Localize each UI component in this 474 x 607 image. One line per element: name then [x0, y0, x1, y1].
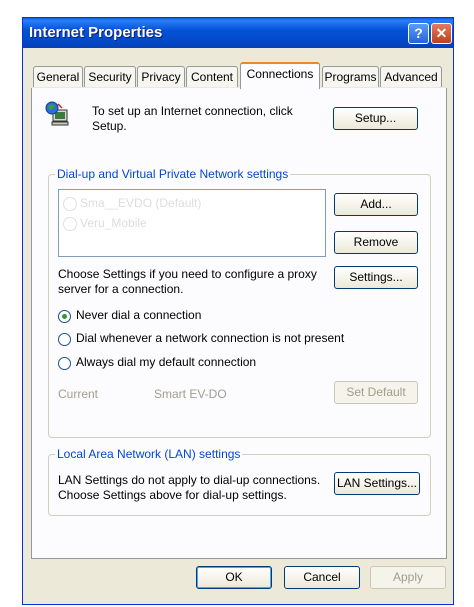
proxy-text-line2: server for a connection. — [58, 282, 184, 296]
tab-advanced[interactable]: Advanced — [380, 66, 442, 87]
lan-group: Local Area Network (LAN) settings LAN Se… — [48, 447, 431, 516]
apply-button[interactable]: Apply — [370, 566, 446, 589]
list-item[interactable]: Sma__EVDO (Default) — [63, 196, 201, 211]
title-bar[interactable]: Internet Properties ? ✕ — [23, 18, 453, 48]
current-value: Smart EV-DO — [154, 387, 227, 401]
settings-button[interactable]: Settings... — [334, 266, 418, 289]
tab-connections[interactable]: Connections — [240, 62, 320, 89]
connections-panel: To set up an Internet connection, click … — [31, 88, 447, 559]
radio-never-dial-label[interactable]: Never dial a connection — [76, 308, 201, 322]
radio-dial-whenever-label[interactable]: Dial whenever a network connection is no… — [76, 331, 344, 345]
setup-text-line2: Setup. — [92, 119, 127, 133]
cancel-button[interactable]: Cancel — [284, 566, 360, 589]
internet-properties-window: Internet Properties ? ✕ General Security… — [22, 17, 454, 605]
tab-content[interactable]: Content — [186, 66, 238, 87]
setup-button[interactable]: Setup... — [333, 107, 418, 130]
radio-never-dial[interactable] — [58, 310, 71, 323]
tab-programs[interactable]: Programs — [322, 66, 379, 87]
set-default-button[interactable]: Set Default — [334, 381, 418, 404]
dialup-group: Dial-up and Virtual Private Network sett… — [48, 167, 431, 438]
radio-dial-whenever[interactable] — [58, 333, 71, 346]
radio-always-dial[interactable] — [58, 357, 71, 370]
dialup-group-label: Dial-up and Virtual Private Network sett… — [55, 167, 291, 181]
lan-text-line2: Choose Settings above for dial-up settin… — [58, 488, 287, 502]
setup-text-line1: To set up an Internet connection, click — [92, 104, 293, 118]
proxy-text-line1: Choose Settings if you need to configure… — [58, 267, 317, 281]
tab-privacy[interactable]: Privacy — [137, 66, 185, 87]
lan-text-line1: LAN Settings do not apply to dial-up con… — [58, 473, 321, 487]
tab-security[interactable]: Security — [84, 66, 136, 87]
list-item[interactable]: Veru_Mobile — [63, 216, 147, 231]
globe-computer-icon — [44, 100, 70, 126]
add-button[interactable]: Add... — [334, 193, 418, 216]
connections-list[interactable]: Sma__EVDO (Default) Veru_Mobile — [58, 189, 326, 257]
help-button[interactable]: ? — [408, 23, 429, 44]
radio-always-dial-label[interactable]: Always dial my default connection — [76, 355, 256, 369]
current-label: Current — [58, 387, 99, 401]
dialup-connection-icon — [63, 216, 77, 231]
tab-general[interactable]: General — [33, 66, 83, 87]
window-title: Internet Properties — [29, 24, 163, 41]
close-button[interactable]: ✕ — [431, 23, 452, 44]
lan-group-label: Local Area Network (LAN) settings — [55, 447, 243, 461]
lan-settings-button[interactable]: LAN Settings... — [334, 472, 420, 495]
dialup-connection-icon — [63, 196, 77, 211]
ok-button[interactable]: OK — [196, 566, 272, 589]
remove-button[interactable]: Remove — [334, 231, 418, 254]
